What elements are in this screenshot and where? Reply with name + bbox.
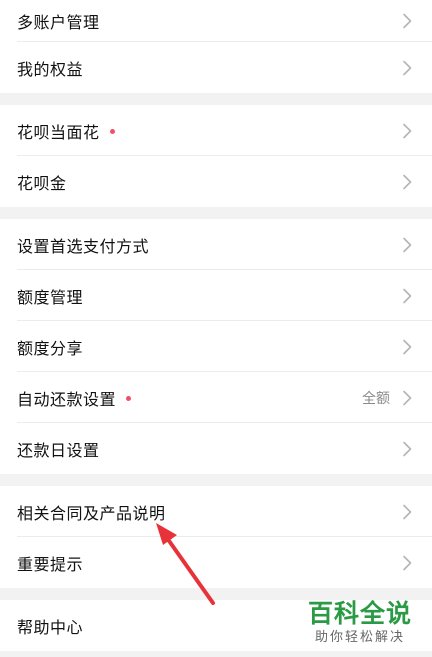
settings-group-legal: 相关合同及产品说明 重要提示: [0, 486, 432, 588]
settings-item-multi-account[interactable]: 多账户管理: [0, 0, 432, 42]
settings-item-label: 还款日设置: [17, 440, 100, 460]
settings-item-label: 帮助中心: [17, 617, 84, 637]
settings-item-label: 额度管理: [17, 287, 84, 307]
settings-item-label: 设置首选支付方式: [17, 236, 150, 256]
section-gap: [0, 207, 432, 219]
settings-item-label: 自动还款设置: [17, 389, 117, 409]
settings-item-label: 相关合同及产品说明: [17, 503, 166, 523]
settings-item-auto-repayment[interactable]: 自动还款设置 全额: [0, 372, 432, 423]
watermark-title: 百科全说: [307, 599, 412, 628]
settings-item-limit-management[interactable]: 额度管理: [0, 270, 432, 321]
settings-page: 多账户管理 我的权益 花呗当面花 花呗金 设置首选支付方式 额度管理 额度分享 …: [0, 0, 432, 657]
settings-item-label: 重要提示: [17, 554, 84, 574]
chevron-right-icon: [403, 123, 412, 138]
chevron-right-icon: [403, 288, 412, 303]
settings-item-limit-sharing[interactable]: 额度分享: [0, 321, 432, 372]
settings-group-payment: 设置首选支付方式 额度管理 额度分享 自动还款设置 全额 还款日设置: [0, 219, 432, 474]
watermark: 百科全说 助你轻松解决: [302, 599, 418, 647]
auto-repayment-value: 全额: [362, 390, 390, 407]
settings-group-huabei: 花呗当面花 花呗金: [0, 105, 432, 207]
settings-item-label: 我的权益: [17, 59, 84, 79]
settings-item-huabei-dangmianhua[interactable]: 花呗当面花: [0, 105, 432, 156]
chevron-right-icon: [403, 174, 412, 189]
settings-group-account: 多账户管理 我的权益: [0, 0, 432, 93]
chevron-right-icon: [403, 60, 412, 75]
settings-item-my-benefits[interactable]: 我的权益: [0, 42, 432, 93]
settings-item-label: 额度分享: [17, 338, 84, 358]
settings-item-contracts[interactable]: 相关合同及产品说明: [0, 486, 432, 537]
chevron-right-icon: [403, 504, 412, 519]
chevron-right-icon: [403, 390, 412, 405]
watermark-subtitle: 助你轻松解决: [314, 630, 405, 645]
chevron-right-icon: [403, 13, 412, 29]
section-gap: [0, 474, 432, 486]
section-gap: [0, 93, 432, 105]
settings-item-huabei-gold[interactable]: 花呗金: [0, 156, 432, 207]
chevron-right-icon: [403, 339, 412, 354]
chevron-right-icon: [403, 555, 412, 570]
settings-item-preferred-payment[interactable]: 设置首选支付方式: [0, 219, 432, 270]
notification-dot: [109, 128, 115, 134]
settings-item-repayment-day[interactable]: 还款日设置: [0, 423, 432, 474]
settings-item-label: 花呗当面花: [17, 122, 100, 142]
chevron-right-icon: [403, 237, 412, 252]
notification-dot: [126, 395, 132, 401]
settings-item-important-notice[interactable]: 重要提示: [0, 537, 432, 588]
settings-item-label: 花呗金: [17, 173, 67, 193]
chevron-right-icon: [403, 441, 412, 456]
settings-item-label: 多账户管理: [17, 13, 100, 32]
